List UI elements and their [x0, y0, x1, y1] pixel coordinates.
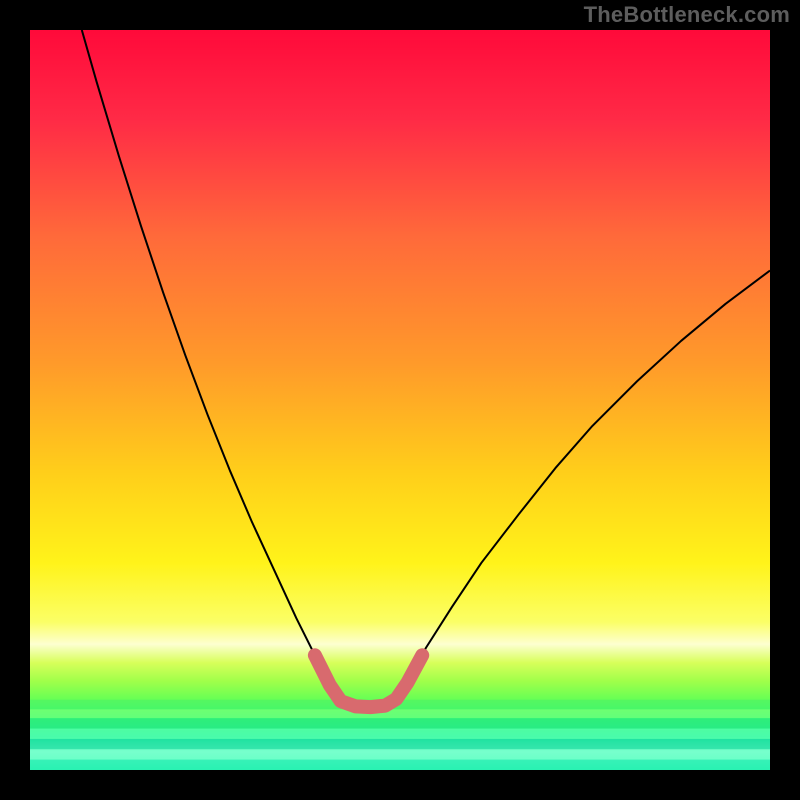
min-flat-overlay: [315, 655, 422, 707]
curve-layer: [30, 30, 770, 770]
bottleneck-curve: [82, 30, 770, 707]
chart-stage: TheBottleneck.com: [0, 0, 800, 800]
plot-area: [30, 30, 770, 770]
watermark-text: TheBottleneck.com: [584, 2, 790, 28]
